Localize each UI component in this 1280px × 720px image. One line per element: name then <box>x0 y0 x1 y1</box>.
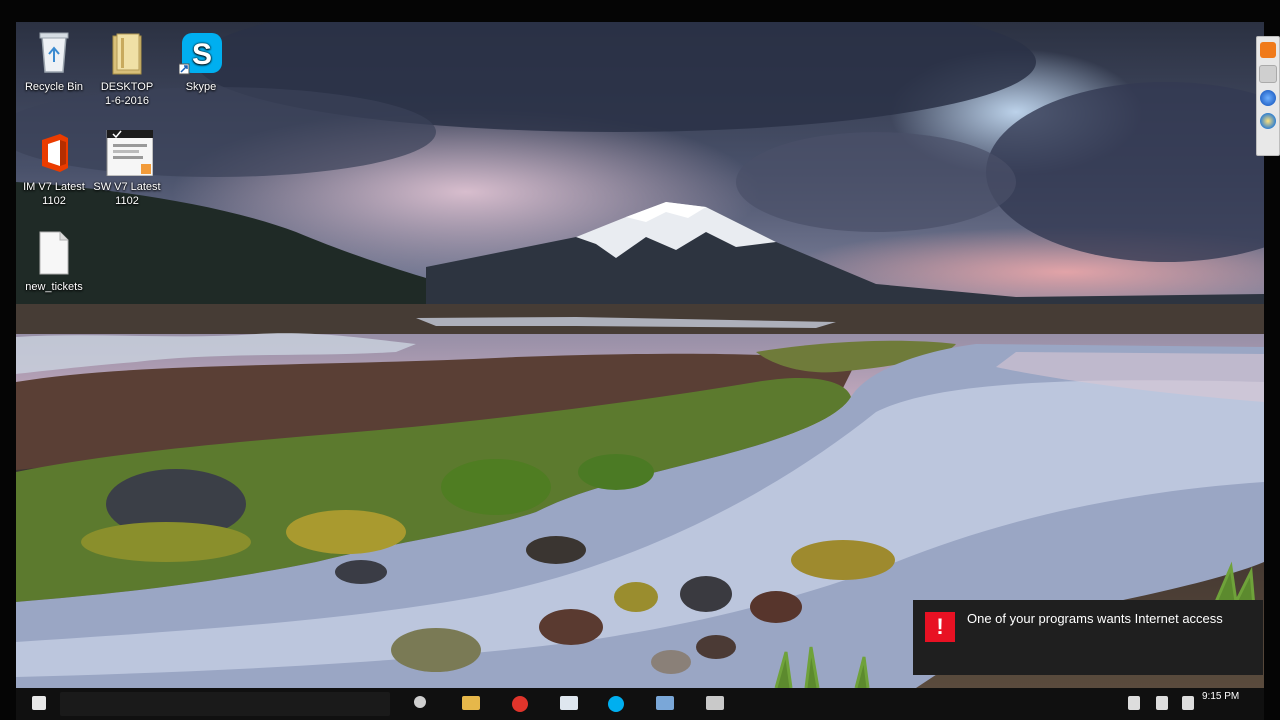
desktop-icon-label: Recycle Bin <box>24 81 84 93</box>
app-icon[interactable] <box>706 696 724 710</box>
desktop-icon-label-line2: 1-6-2016 <box>104 95 150 107</box>
mail-icon[interactable] <box>1260 42 1276 58</box>
file-explorer-icon[interactable] <box>462 696 480 710</box>
desktop-icon-label: new_tickets <box>25 281 83 293</box>
notification-toast[interactable]: ! One of your programs wants Internet ac… <box>913 600 1263 675</box>
start-button-icon[interactable] <box>32 696 46 710</box>
desktop-icon-label-line1: IM V7 Latest <box>23 181 85 193</box>
desktop-icon-recycle-bin[interactable]: Recycle Bin <box>16 30 92 94</box>
svg-text:S: S <box>192 38 212 71</box>
desktop-icon-label-line1: DESKTOP <box>100 81 154 93</box>
skype-icon: S <box>178 30 223 76</box>
desktop-icon-sw-v7[interactable]: SW V7 Latest 1102 <box>89 129 165 208</box>
desktop-icon-label-line1: SW V7 Latest <box>93 181 161 193</box>
folder-icon <box>105 30 149 76</box>
desktop-icon-im-v7[interactable]: IM V7 Latest 1102 <box>16 130 92 208</box>
desktop-icon-desktop-folder[interactable]: DESKTOP 1-6-2016 <box>89 30 165 108</box>
side-toolbar <box>1256 36 1280 156</box>
desktop: Recycle Bin DESKTOP 1-6-2016 S Skype IM … <box>16 22 1264 688</box>
globe-icon[interactable] <box>1260 113 1276 129</box>
browser-icon[interactable] <box>512 696 528 712</box>
wallpaper <box>16 22 1264 688</box>
settings-icon[interactable] <box>656 696 674 710</box>
desktop-icon-label: Skype <box>185 81 217 93</box>
desktop-icon-skype[interactable]: S Skype <box>163 30 239 94</box>
recycle-bin-icon <box>32 30 76 76</box>
office-icon <box>32 130 76 176</box>
alert-icon: ! <box>925 612 955 642</box>
skype-icon[interactable] <box>608 696 624 712</box>
tray-icon[interactable] <box>1156 696 1168 710</box>
notification-message: One of your programs wants Internet acce… <box>967 611 1223 626</box>
tray-icon[interactable] <box>1128 696 1140 710</box>
search-box[interactable] <box>60 692 390 716</box>
taskbar-clock[interactable]: 9:15 PM <box>1202 691 1239 702</box>
document-shortcut-icon <box>105 129 154 177</box>
taskbar: 9:15 PM <box>16 688 1264 720</box>
desktop-icon-label-line2: 1102 <box>42 195 66 207</box>
desktop-icon-label-line2: 1102 <box>115 195 139 207</box>
tray-icon[interactable] <box>1182 696 1194 710</box>
store-icon[interactable] <box>560 696 578 710</box>
blank-file-icon <box>32 230 76 276</box>
globe-icon[interactable] <box>1260 90 1276 106</box>
scroll-icon[interactable] <box>1259 65 1277 83</box>
desktop-icon-new-tickets[interactable]: new_tickets <box>16 230 92 294</box>
search-icon[interactable] <box>414 696 426 708</box>
